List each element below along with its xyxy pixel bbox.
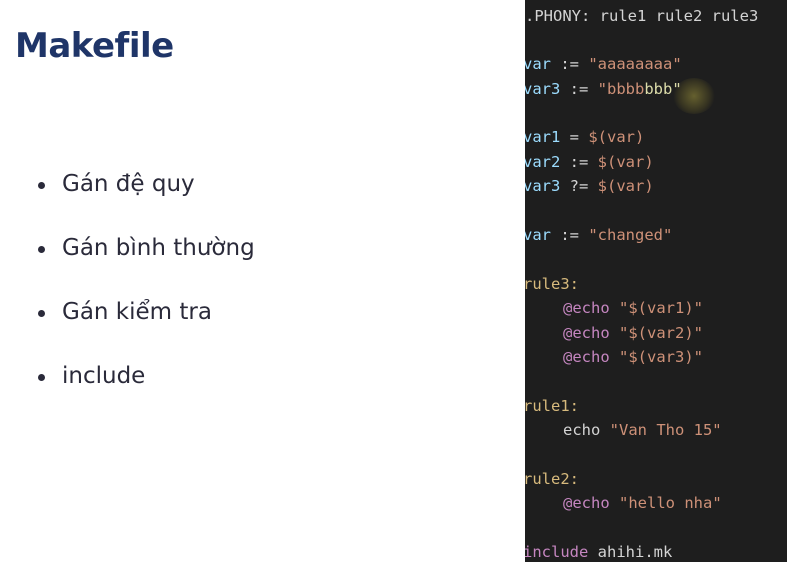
bullet-item: Gán đệ quy <box>38 152 255 216</box>
code-line-echo-vantho: echo "Van Tho 15" <box>563 421 722 439</box>
bullet-text: Gán bình thường <box>62 235 255 261</box>
code-line-var-changed: var := "changed" <box>525 226 673 244</box>
bullet-item: Gán bình thường <box>38 216 255 280</box>
code-line-var3: var3 := "bbbbbbb" <box>525 80 682 98</box>
bullet-list: Gán đệ quy Gán bình thường Gán kiểm tra … <box>38 152 255 408</box>
code-line-rule3: rule3: <box>525 275 579 293</box>
bullet-dot-icon <box>38 181 45 189</box>
code-line-var2: var2 := $(var) <box>525 153 654 171</box>
code-line-echo-var3: @echo "$(var3)" <box>563 348 703 366</box>
code-line-var3-cond: var3 ?= $(var) <box>525 177 654 195</box>
bullet-item: Gán kiểm tra <box>38 280 255 344</box>
bullet-dot-icon <box>38 245 45 253</box>
bullet-text: Gán kiểm tra <box>62 299 212 325</box>
slide-content: Makefile Gán đệ quy Gán bình thường Gán … <box>0 0 525 562</box>
code-line-var: var := "aaaaaaaa" <box>525 55 682 73</box>
bullet-text: Gán đệ quy <box>62 171 195 197</box>
bullet-item: include <box>38 344 255 408</box>
bullet-dot-icon <box>38 373 45 381</box>
code-editor[interactable]: .PHONY: rule1 rule2 rule3 var := "aaaaaa… <box>525 0 787 562</box>
bullet-text: include <box>62 363 146 389</box>
slide-title: Makefile <box>15 26 174 66</box>
code-line-include: include ahihi.mk <box>525 543 673 561</box>
code-line-echo-var2: @echo "$(var2)" <box>563 324 703 342</box>
code-line-rule1: rule1: <box>525 397 579 415</box>
code-line-rule2: rule2: <box>525 470 579 488</box>
code-line-phony: .PHONY: rule1 rule2 rule3 <box>525 7 759 25</box>
code-line-echo-hello: @echo "hello nha" <box>563 494 722 512</box>
bullet-dot-icon <box>38 309 45 317</box>
code-line-echo-var1: @echo "$(var1)" <box>563 299 703 317</box>
code-line-var1: var1 = $(var) <box>525 128 645 146</box>
